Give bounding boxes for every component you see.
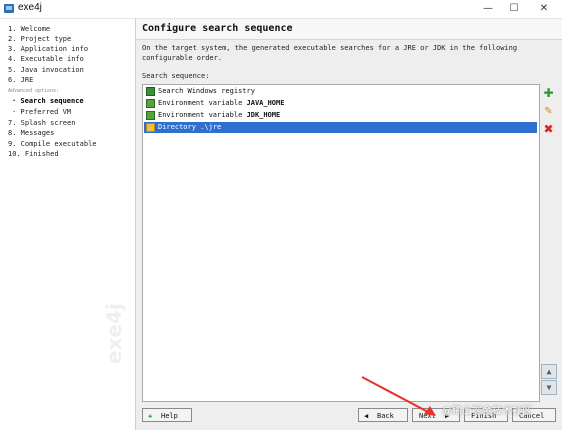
registry-icon bbox=[146, 87, 155, 96]
next-button-label: Next bbox=[419, 412, 436, 420]
list-item-bold-label: JAVA_HOME bbox=[246, 99, 285, 107]
step-finished[interactable]: 10. Finished bbox=[8, 149, 59, 159]
help-icon: ✚ bbox=[148, 412, 153, 420]
step-jre[interactable]: 6. JRE bbox=[8, 75, 33, 85]
step-search-sequence[interactable]: · Search sequence bbox=[12, 96, 84, 106]
back-button[interactable]: ◀ Back bbox=[358, 408, 408, 422]
advanced-options-label: Advanced options: bbox=[8, 88, 60, 94]
remove-entry-icon[interactable]: ✖ bbox=[541, 122, 556, 137]
minimize-button[interactable]: — bbox=[474, 0, 502, 18]
app-icon bbox=[4, 4, 14, 13]
close-button[interactable]: ✕ bbox=[530, 0, 558, 18]
step-project-type[interactable]: 2. Project type bbox=[8, 34, 71, 44]
list-item-label: Search Windows registry bbox=[158, 87, 255, 95]
list-item-label: Environment variable bbox=[158, 111, 247, 119]
back-button-label: Back bbox=[377, 412, 394, 420]
wizard-steps-sidebar: 1. Welcome 2. Project type 3. Applicatio… bbox=[0, 19, 136, 430]
title-bar: exe4j — ☐ ✕ bbox=[0, 0, 562, 19]
page-header: Configure search sequence bbox=[136, 19, 562, 40]
step-splash-screen[interactable]: 7. Splash screen bbox=[8, 118, 75, 128]
page-description: On the target system, the generated exec… bbox=[142, 44, 518, 62]
sidebar-watermark-logo: exe4j bbox=[102, 303, 126, 364]
window-title: exe4j bbox=[18, 2, 42, 13]
maximize-button[interactable]: ☐ bbox=[500, 0, 528, 18]
env-variable-icon bbox=[146, 111, 155, 120]
env-variable-icon bbox=[146, 99, 155, 108]
list-item-selected[interactable]: Directory .\jre bbox=[144, 122, 537, 133]
search-sequence-list[interactable]: Search Windows registry Environment vari… bbox=[142, 84, 540, 402]
add-entry-icon[interactable]: ✚ bbox=[541, 86, 556, 101]
page-title: Configure search sequence bbox=[142, 23, 293, 34]
list-item-label: Directory .\jre bbox=[158, 123, 222, 131]
step-java-invocation[interactable]: 5. Java invocation bbox=[8, 65, 84, 75]
list-item[interactable]: Search Windows registry bbox=[144, 86, 537, 97]
edit-entry-icon[interactable]: ✎ bbox=[541, 104, 556, 119]
step-executable-info[interactable]: 4. Executable info bbox=[8, 54, 84, 64]
search-sequence-label: Search sequence: bbox=[142, 72, 210, 80]
step-messages[interactable]: 8. Messages bbox=[8, 128, 54, 138]
move-down-icon[interactable]: ▼ bbox=[541, 380, 557, 395]
back-arrow-icon: ◀ bbox=[364, 412, 369, 420]
list-item-label: Environment variable bbox=[158, 99, 247, 107]
site-watermark: @稀土掘金技术社区 bbox=[442, 406, 532, 417]
step-application-info[interactable]: 3. Application info bbox=[8, 44, 88, 54]
folder-icon bbox=[146, 123, 155, 132]
move-up-icon[interactable]: ▲ bbox=[541, 364, 557, 379]
step-welcome[interactable]: 1. Welcome bbox=[8, 24, 50, 34]
step-compile-executable[interactable]: 9. Compile executable bbox=[8, 139, 97, 149]
step-preferred-vm[interactable]: · Preferred VM bbox=[12, 107, 71, 117]
help-button-label: Help bbox=[161, 412, 178, 420]
list-item[interactable]: Environment variable JDK_HOME bbox=[144, 110, 537, 121]
main-panel: Configure search sequence On the target … bbox=[136, 19, 562, 430]
help-button[interactable]: ✚ Help bbox=[142, 408, 192, 422]
list-item[interactable]: Environment variable JAVA_HOME bbox=[144, 98, 537, 109]
list-item-bold-label: JDK_HOME bbox=[246, 111, 281, 119]
